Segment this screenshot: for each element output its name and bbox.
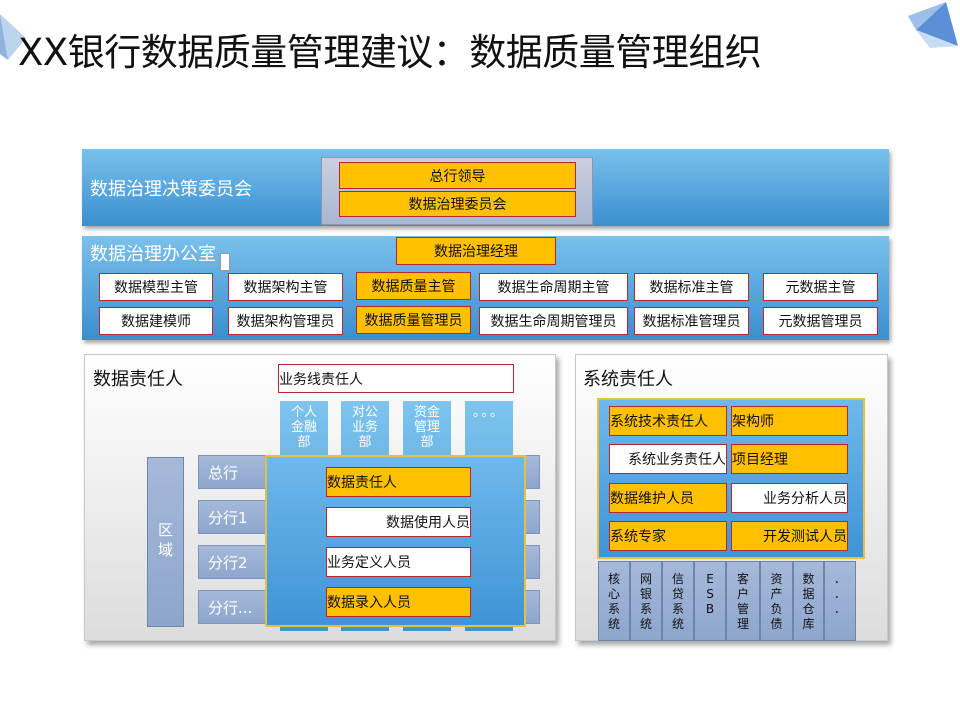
office-label: 数据治理办公室 bbox=[90, 244, 216, 265]
committee-label: 数据治理决策委员会 bbox=[90, 179, 252, 200]
office-role-box: 数据质量主管 bbox=[356, 272, 471, 300]
data-role-box: 业务定义人员 bbox=[326, 547, 471, 577]
system-column: 数 据 仓 库 bbox=[793, 561, 824, 641]
branch-row-label: 总行 bbox=[208, 463, 239, 482]
page-title: XX银行数据质量管理建议：数据质量管理组织 bbox=[18, 31, 762, 74]
system-column: ． ． ． bbox=[824, 561, 856, 641]
system-role-box: 数据维护人员 bbox=[609, 483, 727, 513]
system-column: 资 产 负 债 bbox=[760, 561, 793, 641]
cursor-marker bbox=[220, 253, 230, 271]
data-owner-label: 数据责任人 bbox=[93, 369, 183, 390]
system-role-box: 业务分析人员 bbox=[731, 483, 848, 513]
system-column: 网 银 系 统 bbox=[630, 561, 662, 641]
office-role-box: 数据生命周期主管 bbox=[479, 273, 628, 301]
data-role-box: 数据使用人员 bbox=[326, 507, 471, 537]
system-column: 客 户 管 理 bbox=[726, 561, 760, 641]
governance-manager-box: 数据治理经理 bbox=[396, 237, 556, 265]
office-staff-box: 数据生命周期管理员 bbox=[479, 307, 628, 335]
office-staff-box: 数据建模师 bbox=[99, 307, 213, 335]
office-staff-box: 元数据管理员 bbox=[763, 307, 878, 335]
system-column: 信 贷 系 统 bbox=[662, 561, 694, 641]
region-box: 区 域 bbox=[147, 457, 184, 627]
system-column: E S B bbox=[694, 561, 726, 641]
office-staff-box: 数据标准管理员 bbox=[634, 307, 749, 335]
system-role-box: 项目经理 bbox=[731, 444, 848, 474]
line-owner-box: 业务线责任人 bbox=[278, 364, 514, 393]
office-role-box: 元数据主管 bbox=[763, 273, 878, 301]
branch-row-label: 分行1 bbox=[208, 508, 248, 527]
leader-box: 总行领导 bbox=[339, 162, 576, 189]
system-role-box: 架构师 bbox=[731, 406, 848, 436]
system-role-box: 系统专家 bbox=[609, 521, 727, 551]
office-role-box: 数据模型主管 bbox=[99, 273, 213, 301]
system-column: 核 心 系 统 bbox=[598, 561, 630, 641]
office-staff-box: 数据质量管理员 bbox=[356, 306, 471, 334]
data-role-box: 数据录入人员 bbox=[326, 587, 471, 617]
right-corner-decoration-icon bbox=[908, 2, 958, 48]
office-role-box: 数据标准主管 bbox=[634, 273, 749, 301]
office-role-box: 数据架构主管 bbox=[228, 273, 343, 301]
office-staff-box: 数据架构管理员 bbox=[228, 307, 343, 335]
governance-board-box: 数据治理委员会 bbox=[339, 191, 576, 217]
system-role-box: 开发测试人员 bbox=[731, 521, 848, 551]
branch-row-label: 分行2 bbox=[208, 553, 248, 572]
data-role-box: 数据责任人 bbox=[326, 467, 471, 497]
system-owner-label: 系统责任人 bbox=[583, 369, 673, 390]
branch-row-label: 分行... bbox=[208, 598, 253, 617]
system-role-box: 系统技术责任人 bbox=[609, 406, 727, 436]
system-role-box: 系统业务责任人 bbox=[609, 444, 727, 474]
